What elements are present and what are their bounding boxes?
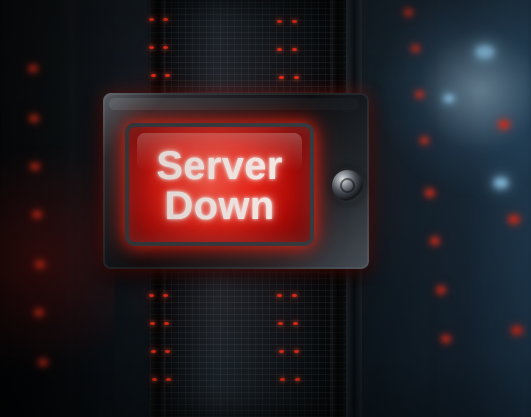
red-status-light — [29, 66, 37, 71]
red-led — [164, 322, 169, 325]
red-status-light — [416, 92, 423, 97]
red-led — [277, 294, 282, 297]
status-text-line-1: Server — [156, 144, 283, 188]
red-led — [294, 350, 299, 353]
red-led — [294, 76, 299, 79]
red-status-light — [512, 327, 522, 334]
red-led — [163, 46, 168, 49]
panel-highlight — [109, 98, 359, 110]
red-led — [292, 294, 297, 297]
red-led — [277, 20, 282, 23]
red-led — [166, 378, 171, 381]
red-led — [295, 378, 300, 381]
red-led — [292, 48, 297, 51]
red-led — [151, 350, 156, 353]
red-led — [150, 322, 155, 325]
red-led — [149, 46, 154, 49]
red-status-light — [39, 360, 47, 365]
red-led — [165, 74, 170, 77]
red-led — [279, 76, 284, 79]
red-status-light — [421, 138, 428, 143]
red-status-light — [36, 262, 44, 267]
red-status-light — [442, 336, 450, 342]
blue-status-light — [476, 46, 494, 58]
red-status-light — [426, 190, 434, 196]
round-control-knob-icon — [332, 170, 363, 201]
right-rack-band — [432, 0, 531, 417]
red-status-light — [431, 238, 439, 244]
red-led — [293, 322, 298, 325]
red-status-light — [437, 287, 445, 293]
red-status-light — [412, 46, 419, 51]
red-status-light — [405, 10, 412, 15]
red-led — [292, 20, 297, 23]
red-status-light — [35, 310, 43, 315]
red-led — [151, 74, 156, 77]
red-status-light — [499, 121, 509, 128]
status-text-line-2: Down — [164, 184, 275, 228]
red-status-light — [33, 212, 41, 217]
red-led — [278, 322, 283, 325]
status-display: Server Down — [125, 123, 314, 246]
server-status-panel: Server Down — [103, 93, 369, 269]
left-rack-band — [0, 0, 74, 417]
red-status-light — [30, 116, 38, 121]
red-led — [149, 18, 154, 21]
red-status-light — [509, 216, 519, 223]
red-led — [163, 18, 168, 21]
red-led — [277, 48, 282, 51]
red-led — [280, 378, 285, 381]
server-room-scene: Server Down — [0, 0, 531, 417]
blue-status-light — [444, 95, 454, 102]
red-led — [279, 350, 284, 353]
blue-status-light — [494, 178, 508, 188]
red-led — [149, 294, 154, 297]
red-led — [163, 294, 168, 297]
red-status-light — [31, 164, 39, 169]
red-led — [165, 350, 170, 353]
red-led — [152, 378, 157, 381]
